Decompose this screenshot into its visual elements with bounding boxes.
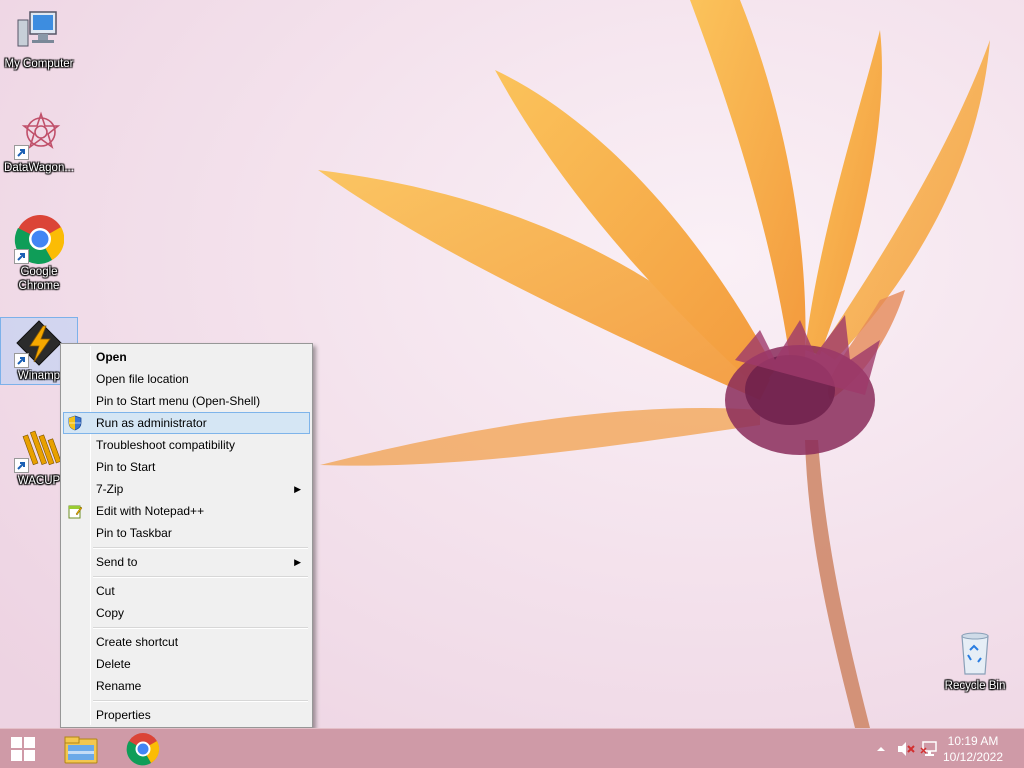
menu-item-label: Pin to Taskbar [96, 526, 172, 540]
menu-item-label: Run as administrator [96, 416, 207, 430]
menu-item-label: Troubleshoot compatibility [96, 438, 235, 452]
taskbar-chrome-button[interactable] [120, 729, 166, 768]
show-hidden-icons-chevron [877, 747, 885, 751]
menu-item-label: Create shortcut [96, 635, 179, 649]
menu-separator [63, 573, 310, 580]
network-icon [920, 741, 937, 756]
chrome-icon [14, 214, 65, 264]
taskbar: 10:19 AM 10/12/2022 [0, 728, 1024, 768]
menu-item-label: Cut [96, 584, 115, 598]
menu-item-troubleshoot-compatibility[interactable]: Troubleshoot compatibility [63, 434, 310, 456]
desktop-icon-recycle-bin[interactable]: Recycle Bin [936, 628, 1014, 693]
menu-item-pin-to-start-menu-open-shell[interactable]: Pin to Start menu (Open-Shell) [63, 390, 310, 412]
menu-item-label: Pin to Start menu (Open-Shell) [96, 394, 261, 408]
menu-item-properties[interactable]: Properties [63, 704, 310, 726]
chrome-icon [126, 733, 160, 766]
taskbar-clock[interactable]: 10:19 AM 10/12/2022 [938, 733, 1008, 765]
uac-shield-icon [67, 415, 83, 431]
menu-item-label: Pin to Start [96, 460, 156, 474]
volume-button[interactable] [896, 741, 916, 757]
menu-item-edit-with-notepad-plus-plus[interactable]: Edit with Notepad++ [63, 500, 310, 522]
wacup-icon [14, 423, 64, 473]
menu-item-rename[interactable]: Rename [63, 675, 310, 697]
desktop-icon-label: DataWagon... [4, 162, 74, 174]
desktop-icon-label: Google Chrome [18, 266, 60, 292]
menu-item-delete[interactable]: Delete [63, 653, 310, 675]
clock-date: 10/12/2022 [942, 750, 1004, 764]
menu-item-copy[interactable]: Copy [63, 602, 310, 624]
speaker-muted-icon [898, 742, 915, 756]
menu-item-7-zip[interactable]: 7-Zip ▶ [63, 478, 310, 500]
shortcut-arrow-icon [14, 458, 29, 473]
menu-item-label: 7-Zip [96, 482, 124, 496]
context-menu: Open Open file location Pin to Start men… [60, 343, 313, 728]
computer-icon [14, 6, 64, 56]
clock-time: 10:19 AM [947, 734, 999, 748]
submenu-arrow-icon: ▶ [294, 557, 301, 567]
desktop-icon-label: My Computer [4, 58, 74, 70]
file-explorer-icon [64, 736, 98, 764]
submenu-arrow-icon: ▶ [294, 484, 301, 494]
taskbar-file-explorer-button[interactable] [58, 729, 104, 768]
menu-item-label: Delete [96, 657, 131, 671]
menu-separator [63, 697, 310, 704]
menu-separator [63, 624, 310, 631]
menu-item-send-to[interactable]: Send to ▶ [63, 551, 310, 573]
menu-item-label: Properties [96, 708, 151, 722]
desktop-icon-my-computer[interactable]: My Computer [0, 6, 78, 71]
menu-separator [63, 544, 310, 551]
menu-item-label: Send to [96, 555, 138, 569]
show-hidden-icons-button[interactable] [874, 741, 888, 757]
shortcut-arrow-icon [14, 145, 29, 160]
menu-item-run-as-administrator[interactable]: Run as administrator [63, 412, 310, 434]
menu-item-open-file-location[interactable]: Open file location [63, 368, 310, 390]
menu-item-create-shortcut[interactable]: Create shortcut [63, 631, 310, 653]
menu-item-pin-to-start[interactable]: Pin to Start [63, 456, 310, 478]
menu-item-label: Rename [96, 679, 142, 693]
winamp-icon [14, 318, 64, 368]
recycle-bin-icon [950, 628, 1000, 678]
datawagon-icon [14, 110, 64, 160]
shortcut-arrow-icon [14, 353, 29, 368]
desktop-icon-datawagon[interactable]: DataWagon... [0, 110, 78, 175]
network-button[interactable] [920, 741, 940, 757]
shortcut-arrow-icon [14, 249, 29, 264]
start-button[interactable] [0, 729, 46, 768]
windows-start-icon [11, 737, 35, 761]
menu-item-cut[interactable]: Cut [63, 580, 310, 602]
menu-item-open[interactable]: Open [63, 346, 310, 368]
menu-item-label: Copy [96, 606, 125, 620]
menu-item-pin-to-taskbar[interactable]: Pin to Taskbar [63, 522, 310, 544]
desktop-icon-label: Recycle Bin [944, 680, 1006, 692]
menu-item-label: Open file location [96, 372, 189, 386]
notepad-plus-plus-icon [67, 503, 83, 519]
desktop-icon-google-chrome[interactable]: Google Chrome [0, 214, 78, 293]
menu-item-label: Open [96, 350, 127, 364]
menu-item-label: Edit with Notepad++ [96, 504, 205, 518]
